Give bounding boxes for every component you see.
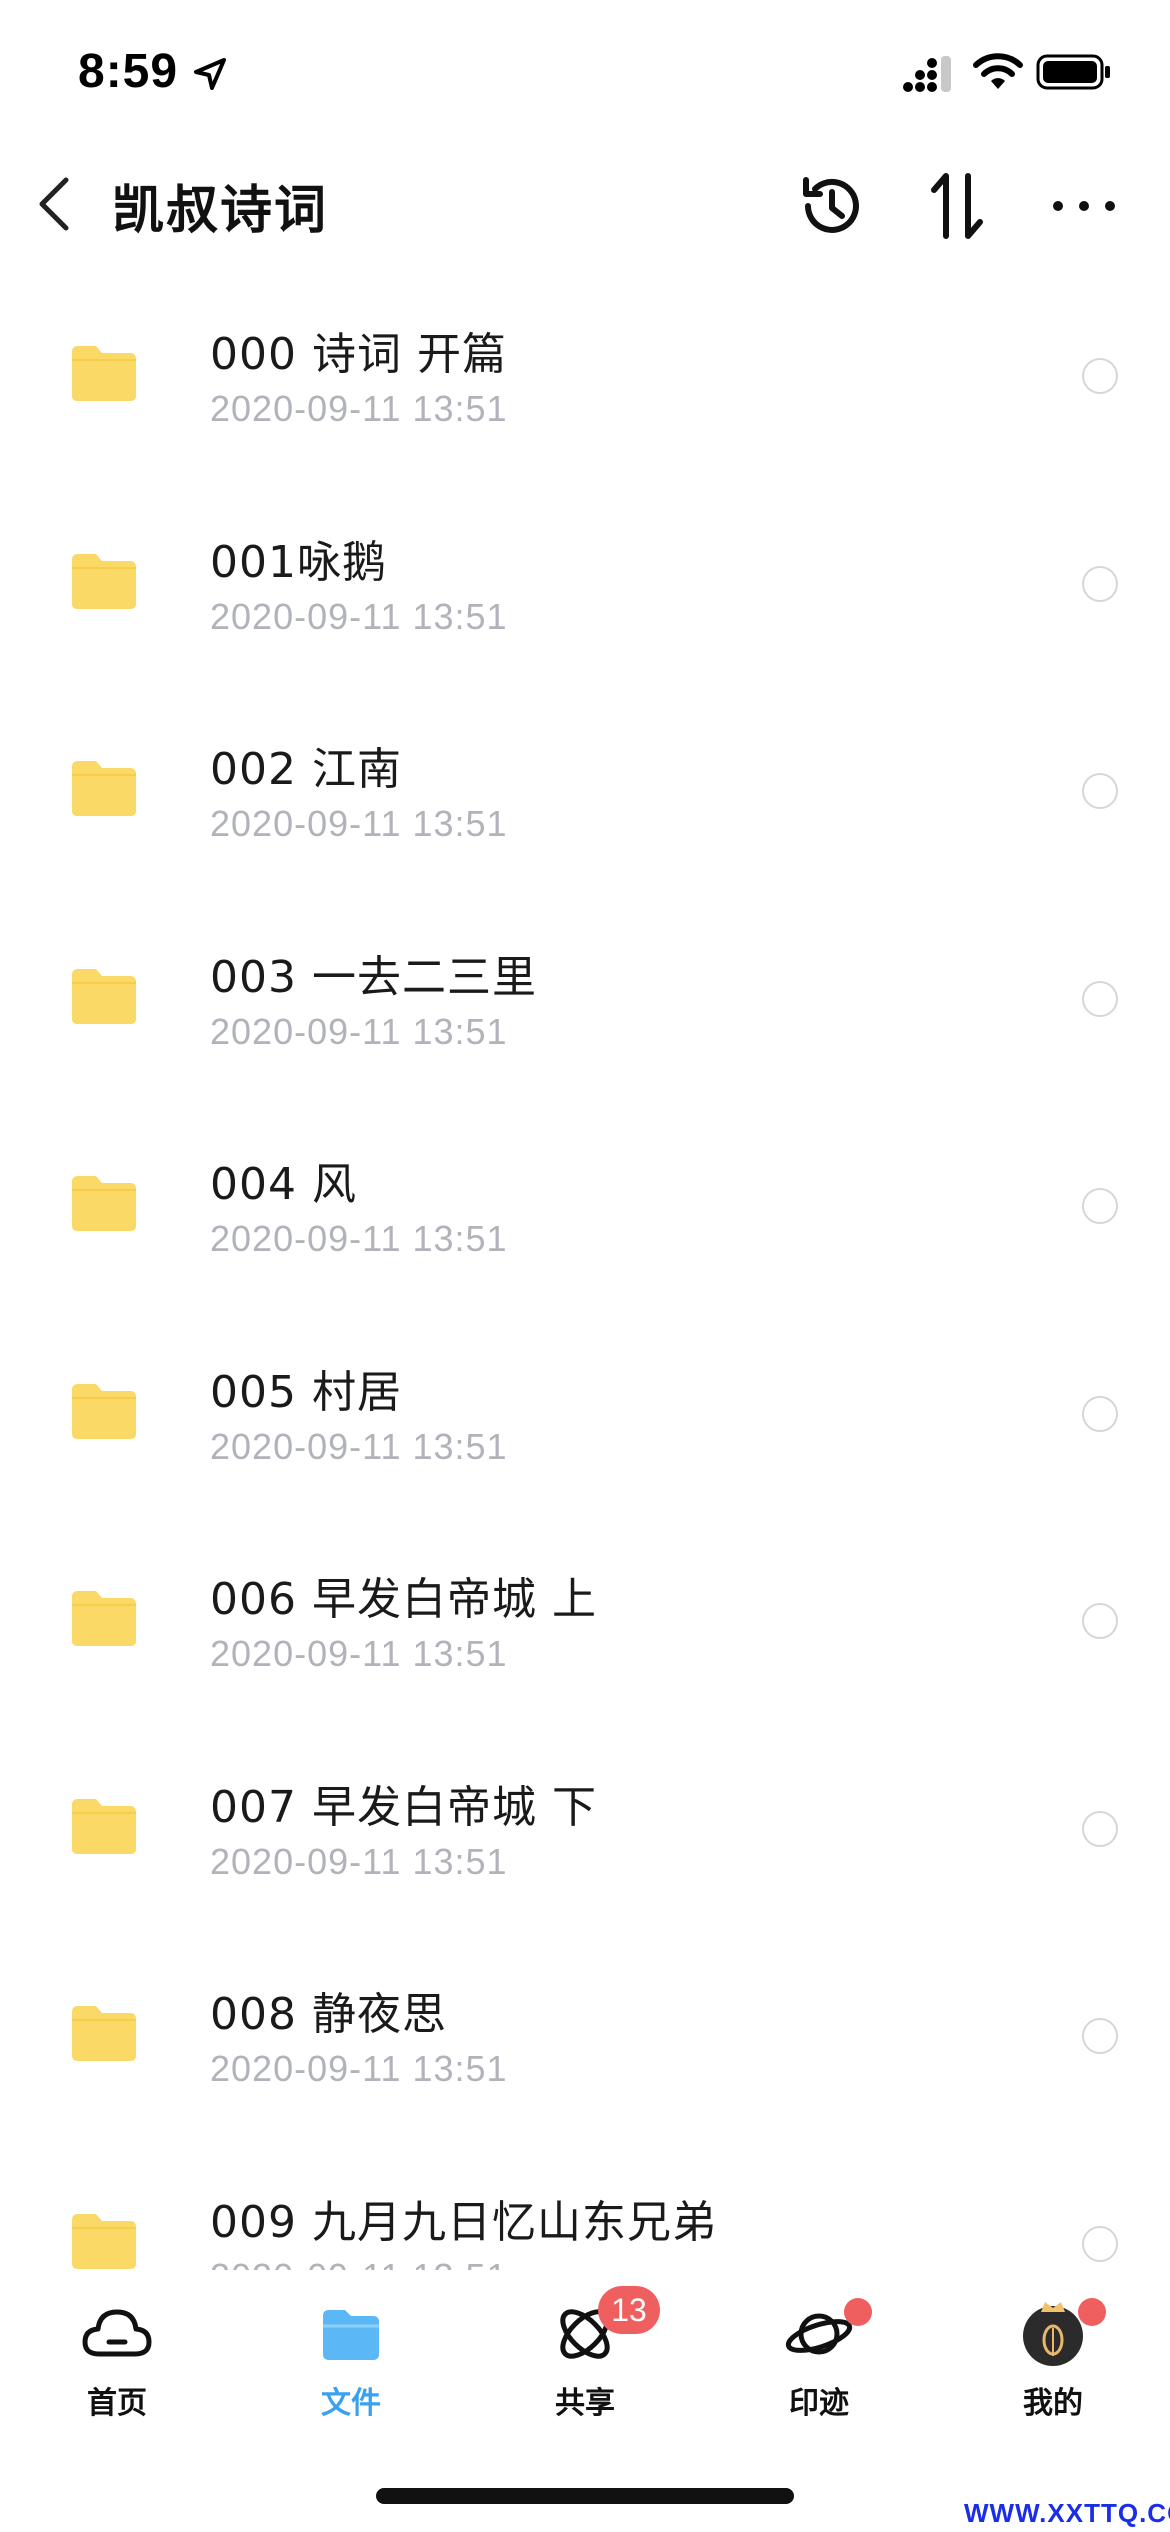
nav-header: 凯叔诗词	[0, 140, 1170, 270]
select-radio[interactable]	[1082, 2225, 1118, 2262]
file-name: 008 静夜思	[210, 1989, 447, 2040]
more-button[interactable]	[1048, 170, 1120, 242]
watermark: WWW.XXTTQ.COM	[964, 2498, 1170, 2528]
back-chevron-icon	[39, 177, 69, 231]
folder-icon	[72, 2213, 136, 2269]
file-date: 2020-09-11 13:51	[210, 1633, 508, 1674]
select-radio[interactable]	[1082, 980, 1118, 1017]
history-icon	[803, 177, 859, 233]
folder-icon	[72, 553, 136, 609]
cloud-icon	[82, 2309, 152, 2357]
status-bar: 8:59	[0, 0, 1170, 140]
folder-icon	[72, 346, 136, 401]
file-date: 2020-09-11 13:51	[210, 2256, 508, 2271]
file-date: 2020-09-11 13:51	[210, 1840, 508, 1882]
tab-label: 我的	[1023, 2386, 1083, 2421]
file-name: 001咏鹅	[210, 536, 387, 588]
folder-icon	[72, 2006, 136, 2061]
battery-icon	[1036, 54, 1110, 90]
select-radio[interactable]	[1082, 358, 1118, 394]
notification-dot	[844, 2298, 872, 2326]
tab-label: 文件	[321, 2386, 381, 2421]
folder-icon	[323, 2310, 379, 2360]
select-radio[interactable]	[1082, 773, 1118, 809]
select-radio[interactable]	[1082, 2018, 1118, 2054]
select-radio[interactable]	[1082, 1395, 1118, 1432]
folder-icon	[72, 1176, 136, 1231]
file-name: 007 早发白帝城 下	[210, 1781, 597, 1833]
folder-icon	[72, 761, 136, 816]
tab-home[interactable]: 首页	[0, 2280, 234, 2430]
file-date: 2020-09-11 13:51	[210, 1218, 508, 1259]
select-radio[interactable]	[1082, 1810, 1118, 1847]
file-name: 006 早发白帝城 上	[210, 1574, 597, 1625]
file-date: 2020-09-11 13:51	[210, 388, 508, 429]
tab-me[interactable]: 我的	[936, 2280, 1170, 2430]
file-name: 000 诗词 开篇	[210, 329, 507, 380]
file-row[interactable]: 002 江南 2020-09-11 13:51	[0, 703, 1170, 911]
back-button[interactable]	[24, 164, 84, 244]
home-indicator	[376, 2488, 794, 2504]
file-name: 003 一去二三里	[210, 951, 537, 1003]
file-date: 2020-09-11 13:51	[210, 1425, 508, 1467]
folder-icon	[72, 968, 136, 1024]
file-date: 2020-09-11 13:51	[210, 2048, 508, 2089]
page-title: 凯叔诗词	[112, 181, 329, 241]
history-button[interactable]	[796, 170, 868, 242]
select-radio[interactable]	[1082, 565, 1118, 602]
status-time: 8:59	[78, 45, 179, 98]
screen: 8:59 凯叔诗词 000 诗词 开篇 2020-09-11 13:51 001…	[0, 0, 1170, 2532]
file-date: 2020-09-11 13:51	[210, 1010, 508, 1052]
file-name: 002 江南	[210, 744, 402, 795]
file-row[interactable]: 007 早发白帝城 下 2020-09-11 13:51	[0, 1741, 1170, 1949]
file-date: 2020-09-11 13:51	[210, 803, 508, 844]
file-row[interactable]: 009 九月九日忆山东兄弟 2020-09-11 13:51	[0, 2156, 1170, 2271]
file-date: 2020-09-11 13:51	[210, 595, 508, 637]
signal-icon	[903, 56, 951, 92]
location-arrow-icon	[194, 58, 226, 90]
file-row[interactable]: 006 早发白帝城 上 2020-09-11 13:51	[0, 1533, 1170, 1741]
file-list: 000 诗词 开篇 2020-09-11 13:51 001咏鹅 2020-09…	[0, 288, 1170, 2270]
folder-icon	[72, 1798, 136, 1854]
share-badge: 13	[598, 2286, 660, 2334]
file-row[interactable]: 005 村居 2020-09-11 13:51	[0, 1326, 1170, 1534]
select-radio[interactable]	[1082, 1603, 1118, 1639]
more-icon	[1053, 201, 1115, 211]
tab-label: 印迹	[789, 2386, 849, 2421]
wifi-icon	[973, 53, 1023, 89]
file-name: 009 九月九日忆山东兄弟	[210, 2196, 717, 2248]
sort-icon	[931, 173, 983, 239]
tab-share[interactable]: 13 共享	[468, 2280, 702, 2430]
file-name: 004 风	[210, 1159, 357, 1210]
tab-files[interactable]: 文件	[234, 2280, 468, 2430]
file-row[interactable]: 000 诗词 开篇 2020-09-11 13:51	[0, 288, 1170, 496]
file-row[interactable]: 003 一去二三里 2020-09-11 13:51	[0, 911, 1170, 1119]
tab-label: 共享	[555, 2386, 615, 2421]
tab-label: 首页	[87, 2386, 147, 2421]
file-row[interactable]: 004 风 2020-09-11 13:51	[0, 1118, 1170, 1326]
tab-traces[interactable]: 印迹	[702, 2280, 936, 2430]
notification-dot	[1078, 2298, 1106, 2326]
select-radio[interactable]	[1082, 1188, 1118, 1224]
file-row[interactable]: 001咏鹅 2020-09-11 13:51	[0, 496, 1170, 704]
file-row[interactable]: 008 静夜思 2020-09-11 13:51	[0, 1948, 1170, 2156]
file-name: 005 村居	[210, 1366, 402, 1418]
folder-icon	[72, 1591, 136, 1646]
sort-button[interactable]	[922, 170, 994, 242]
folder-icon	[72, 1383, 136, 1439]
